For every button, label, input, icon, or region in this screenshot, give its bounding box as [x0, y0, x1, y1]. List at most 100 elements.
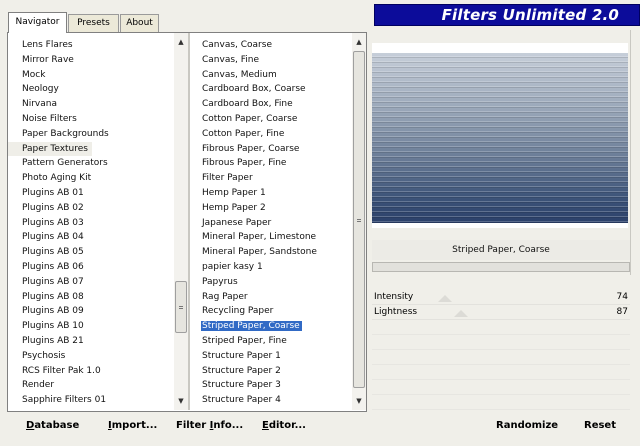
category-item[interactable]: Psychosis — [8, 349, 174, 364]
param-row-lightness[interactable]: Lightness 87 — [372, 305, 630, 320]
param-value: 87 — [616, 307, 628, 317]
param-value: 74 — [616, 292, 628, 302]
database-button[interactable]: Database — [26, 420, 79, 431]
filter-scrollbar[interactable]: ▲ ▼ — [352, 33, 366, 410]
category-item[interactable]: Noise Filters — [8, 112, 174, 127]
category-item[interactable]: Plugins AB 06 — [8, 260, 174, 275]
filter-item-label: Japanese Paper — [202, 217, 272, 228]
filter-scroll-thumb[interactable] — [353, 51, 365, 388]
import-button[interactable]: Import... — [108, 420, 157, 431]
filter-item-label: Hemp Paper 1 — [202, 187, 266, 198]
category-item[interactable]: Paper Textures — [8, 141, 92, 157]
category-items: Lens Flares Mirror Rave Mock Neology Nirvana… — [8, 38, 174, 408]
category-item[interactable]: Plugins AB 08 — [8, 290, 174, 305]
preview-area — [372, 43, 628, 228]
param-row-empty — [372, 350, 630, 365]
filter-info-button[interactable]: Filter Info... — [176, 420, 243, 431]
filter-item-label: Striped Paper, Coarse — [201, 321, 302, 332]
tab-about[interactable]: About — [120, 14, 159, 32]
category-item[interactable]: Render — [8, 378, 174, 393]
param-row-empty — [372, 395, 630, 410]
category-scroll-thumb[interactable] — [175, 281, 187, 333]
filter-items: Canvas, Coarse Canvas, Fine Canvas, Medium… — [190, 38, 352, 408]
category-item[interactable]: RCS Filter Pak 1.0 — [8, 364, 174, 379]
category-list[interactable]: Lens Flares Mirror Rave Mock Neology Nirvana… — [8, 33, 188, 410]
filter-item[interactable]: Japanese Paper — [190, 216, 352, 231]
filter-item-label: Cotton Paper, Fine — [202, 128, 285, 139]
filter-item[interactable]: Recycling Paper — [190, 304, 352, 319]
filter-list[interactable]: Canvas, Coarse Canvas, Fine Canvas, Medium… — [190, 33, 366, 410]
category-item[interactable]: Plugins AB 09 — [8, 304, 174, 319]
category-scrollbar[interactable]: ▲ ▼ — [174, 33, 188, 410]
filter-item[interactable]: Filter Paper — [190, 171, 352, 186]
preview-scrollbar[interactable] — [630, 30, 640, 275]
filter-item-label: papier kasy 1 — [202, 261, 263, 272]
filter-item-label: Cardboard Box, Coarse — [202, 84, 306, 95]
grip-icon — [179, 306, 183, 309]
filter-item[interactable]: Cotton Paper, Fine — [190, 127, 352, 142]
randomize-button[interactable]: Randomize — [496, 420, 558, 431]
button-bar: Database Import... Filter Info... Editor… — [0, 415, 640, 446]
category-item[interactable]: Plugins AB 01 — [8, 186, 174, 201]
filter-item[interactable]: Mineral Paper, Sandstone — [190, 245, 352, 260]
filter-item[interactable]: Hemp Paper 1 — [190, 186, 352, 201]
editor-button[interactable]: Editor... — [262, 420, 306, 431]
category-item[interactable]: Plugins AB 05 — [8, 245, 174, 260]
filter-item-label: Papyrus — [202, 276, 238, 287]
filter-item[interactable]: Structure Paper 3 — [190, 378, 352, 393]
filter-item[interactable]: Striped Paper, Coarse — [190, 319, 352, 334]
filter-item[interactable]: Cardboard Box, Fine — [190, 97, 352, 112]
category-item[interactable]: Mirror Rave — [8, 53, 174, 68]
category-item[interactable]: Plugins AB 04 — [8, 230, 174, 245]
tab-presets[interactable]: Presets — [68, 14, 119, 32]
scroll-up-icon[interactable]: ▲ — [352, 35, 366, 49]
scroll-up-icon[interactable]: ▲ — [174, 35, 188, 49]
category-item[interactable]: Pattern Generators — [8, 156, 174, 171]
category-item[interactable]: Paper Backgrounds — [8, 127, 174, 142]
filter-item[interactable]: Fibrous Paper, Coarse — [190, 142, 352, 157]
category-item[interactable]: Plugins AB 02 — [8, 201, 174, 216]
category-item[interactable]: Plugins AB 10 — [8, 319, 174, 334]
filter-item[interactable]: Structure Paper 4 — [190, 393, 352, 408]
filter-item[interactable]: Papyrus — [190, 275, 352, 290]
app-title: Filters Unlimited 2.0 — [441, 6, 619, 24]
param-label: Intensity — [374, 292, 414, 302]
category-item[interactable]: Nirvana — [8, 97, 174, 112]
category-item[interactable]: Lens Flares — [8, 38, 174, 53]
filter-item[interactable]: Striped Paper, Fine — [190, 334, 352, 349]
category-item[interactable]: Sapphire Filters 01 — [8, 393, 174, 408]
scroll-down-icon[interactable]: ▼ — [352, 394, 366, 408]
category-item[interactable]: Mock — [8, 68, 174, 83]
filter-item[interactable]: papier kasy 1 — [190, 260, 352, 275]
filter-item-label: Mineral Paper, Limestone — [202, 232, 317, 243]
slider-marker-icon[interactable] — [438, 295, 452, 302]
category-item[interactable]: Plugins AB 07 — [8, 275, 174, 290]
param-row-intensity[interactable]: Intensity 74 — [372, 290, 630, 305]
filter-item[interactable]: Canvas, Medium — [190, 68, 352, 83]
filter-item-label: Fibrous Paper, Fine — [202, 158, 287, 169]
param-row-empty — [372, 320, 630, 335]
category-item[interactable]: Photo Aging Kit — [8, 171, 174, 186]
filter-item[interactable]: Canvas, Fine — [190, 53, 352, 68]
reset-button[interactable]: Reset — [584, 420, 616, 431]
filter-item[interactable]: Mineral Paper, Limestone — [190, 230, 352, 245]
category-item[interactable]: Plugins AB 21 — [8, 334, 174, 349]
filter-item[interactable]: Canvas, Coarse — [190, 38, 352, 53]
preview-image[interactable] — [372, 53, 628, 223]
tab-navigator[interactable]: Navigator — [8, 12, 67, 33]
slider-marker-icon[interactable] — [454, 310, 468, 317]
filter-item[interactable]: Hemp Paper 2 — [190, 201, 352, 216]
filter-item[interactable]: Rag Paper — [190, 290, 352, 305]
filter-item-label: Structure Paper 3 — [202, 380, 281, 391]
filter-item[interactable]: Structure Paper 1 — [190, 349, 352, 364]
filter-item[interactable]: Fibrous Paper, Fine — [190, 156, 352, 171]
filter-item-label: Mineral Paper, Sandstone — [202, 247, 317, 258]
filter-item[interactable]: Structure Paper 2 — [190, 364, 352, 379]
filter-item[interactable]: Cotton Paper, Coarse — [190, 112, 352, 127]
filter-item[interactable]: Cardboard Box, Coarse — [190, 82, 352, 97]
category-item[interactable]: Plugins AB 03 — [8, 216, 174, 231]
scroll-down-icon[interactable]: ▼ — [174, 394, 188, 408]
category-item[interactable]: Neology — [8, 82, 174, 97]
parameter-slider[interactable] — [372, 262, 630, 272]
param-row-empty — [372, 380, 630, 395]
